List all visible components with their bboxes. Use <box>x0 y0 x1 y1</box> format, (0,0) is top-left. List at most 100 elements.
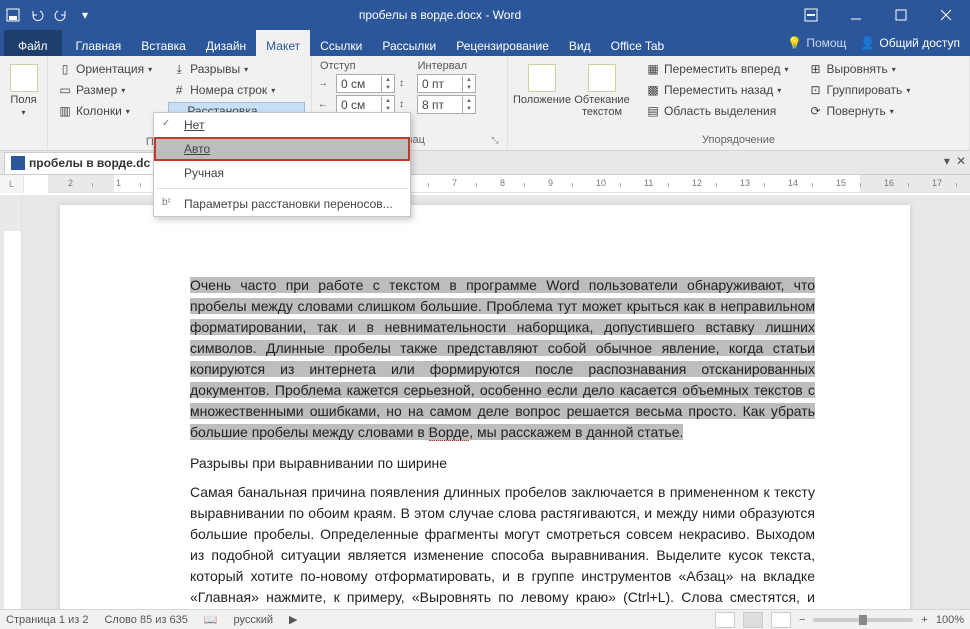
document-tabstrip: пробелы в ворде.dс ▾ ✕ <box>0 151 970 175</box>
document-area: Очень часто при работе с текстом в прогр… <box>0 195 970 609</box>
group-button: ⊡Группировать▾ <box>805 81 915 99</box>
statusbar: Страница 1 из 2 Слово 85 из 635 📖 русски… <box>0 609 970 629</box>
minimize-button[interactable] <box>833 0 878 30</box>
hyph-manual[interactable]: Ручная <box>154 161 410 185</box>
ribbon-tabs: Файл Главная Вставка Дизайн Макет Ссылки… <box>0 30 970 56</box>
group-icon: ⊡ <box>809 83 823 97</box>
tab-design[interactable]: Дизайн <box>196 30 256 56</box>
wrap-text-button[interactable]: Обтекание текстом <box>574 60 630 120</box>
status-language[interactable]: русский <box>234 614 273 626</box>
orientation-icon: ▯ <box>58 62 72 76</box>
heading[interactable]: Разрывы при выравнивании по ширине <box>190 453 815 474</box>
wrap-icon <box>588 64 616 92</box>
columns-button[interactable]: ▥Колонки▾ <box>54 102 156 120</box>
tab-mailings[interactable]: Рассылки <box>372 30 446 56</box>
ribbon-options-icon[interactable] <box>788 0 833 30</box>
window-controls <box>788 0 968 30</box>
titlebar: ▾ пробелы в ворде.docx - Word <box>0 0 970 30</box>
bring-forward-icon: ▦ <box>646 62 660 76</box>
zoom-out-button[interactable]: − <box>799 614 805 626</box>
tab-officetab[interactable]: Office Tab <box>601 30 675 56</box>
qat-more-icon[interactable]: ▾ <box>78 8 92 22</box>
rotate-button: ⟳Повернуть▾ <box>805 102 915 120</box>
vertical-ruler[interactable] <box>4 195 22 609</box>
breaks-button[interactable]: ⤓Разрывы▾ <box>168 60 305 78</box>
breaks-icon: ⤓ <box>172 62 186 76</box>
word-doc-icon <box>11 156 25 170</box>
hyphenation-menu: ✓Нет Авто Ручная bᶜПараметры расстановки… <box>153 112 411 217</box>
tab-references[interactable]: Ссылки <box>310 30 372 56</box>
space-before-input[interactable]: 0 пт▲▼ <box>417 74 476 93</box>
page: Очень часто при работе с текстом в прогр… <box>60 205 910 609</box>
check-icon: ✓ <box>162 118 176 132</box>
align-button: ⊞Выровнять▾ <box>805 60 915 78</box>
ruler-area: L 211234567891011121314151617 <box>0 175 970 193</box>
indent-right-icon: ← <box>318 99 332 110</box>
view-print-button[interactable] <box>743 612 763 628</box>
margins-icon <box>10 64 38 92</box>
zoom-in-button[interactable]: + <box>921 614 927 626</box>
tab-insert[interactable]: Вставка <box>131 30 196 56</box>
maximize-button[interactable] <box>878 0 923 30</box>
indent-left-input[interactable]: 0 см▲▼ <box>336 74 395 93</box>
selection-pane-button[interactable]: ▤Область выделения <box>642 102 793 120</box>
send-backward-icon: ▩ <box>646 83 660 97</box>
status-spellcheck[interactable]: 📖 <box>204 613 218 626</box>
tab-dropdown-icon[interactable]: ▾ <box>944 154 950 168</box>
send-backward-button: ▩Переместить назад▾ <box>642 81 793 99</box>
paragraph[interactable]: Самая банальная причина появления длинны… <box>190 482 815 609</box>
window-title: пробелы в ворде.docx - Word <box>92 8 788 22</box>
group-arrange-label: Упорядочение <box>514 132 963 148</box>
tab-layout[interactable]: Макет <box>256 30 310 56</box>
rotate-icon: ⟳ <box>809 104 823 118</box>
tab-file[interactable]: Файл <box>4 30 62 56</box>
space-before-icon: ↕ <box>399 78 413 89</box>
share-button[interactable]: 👤 Общий доступ <box>860 36 960 50</box>
numbers-icon: # <box>172 83 186 97</box>
tab-close-icon[interactable]: ✕ <box>956 154 966 168</box>
columns-icon: ▥ <box>58 104 72 118</box>
align-icon: ⊞ <box>809 62 823 76</box>
status-page[interactable]: Страница 1 из 2 <box>6 614 88 626</box>
record-icon: ▶ <box>289 613 297 626</box>
close-button[interactable] <box>923 0 968 30</box>
view-web-button[interactable] <box>771 612 791 628</box>
zoom-level[interactable]: 100% <box>936 614 964 626</box>
undo-icon[interactable] <box>30 8 44 22</box>
view-read-button[interactable] <box>715 612 735 628</box>
book-icon: 📖 <box>204 613 218 626</box>
space-after-icon: ↕ <box>399 99 413 110</box>
person-icon: 👤 <box>860 36 875 50</box>
orientation-button[interactable]: ▯Ориентация▾ <box>54 60 156 78</box>
tell-me[interactable]: 💡 Помощ <box>787 36 846 50</box>
size-icon: ▭ <box>58 83 72 97</box>
hyph-none[interactable]: ✓Нет <box>154 113 410 137</box>
chevron-down-icon: ▾ <box>21 108 25 117</box>
hyph-opts-icon: bᶜ <box>162 197 176 211</box>
document-tab[interactable]: пробелы в ворде.dс <box>4 152 157 174</box>
redo-icon[interactable] <box>54 8 68 22</box>
lightbulb-icon: 💡 <box>787 36 802 50</box>
paragraph[interactable]: Очень часто при работе с текстом в прогр… <box>190 275 815 443</box>
save-icon[interactable] <box>6 8 20 22</box>
status-words[interactable]: Слово 85 из 635 <box>104 614 187 626</box>
line-numbers-button[interactable]: #Номера строк▾ <box>168 81 305 99</box>
margins-button[interactable]: Поля ▾ <box>6 60 41 117</box>
tab-home[interactable]: Главная <box>66 30 132 56</box>
menu-separator <box>156 188 408 189</box>
ruler-corner: L <box>0 175 24 193</box>
hyph-options[interactable]: bᶜПараметры расстановки переносов... <box>154 192 410 216</box>
position-button[interactable]: Положение <box>514 60 570 120</box>
tab-view[interactable]: Вид <box>559 30 601 56</box>
position-icon <box>528 64 556 92</box>
tab-review[interactable]: Рецензирование <box>446 30 559 56</box>
zoom-slider[interactable] <box>813 618 913 622</box>
ribbon: Поля ▾ ▯Ориентация▾ ▭Размер▾ ▥Колонки▾ ⤓… <box>0 56 970 151</box>
dialog-launcher-icon[interactable]: ⤡ <box>489 134 501 146</box>
status-macro[interactable]: ▶ <box>289 613 297 626</box>
bring-forward-button: ▦Переместить вперед▾ <box>642 60 793 78</box>
size-button[interactable]: ▭Размер▾ <box>54 81 156 99</box>
space-after-input[interactable]: 8 пт▲▼ <box>417 95 476 114</box>
selection-pane-icon: ▤ <box>646 104 660 118</box>
hyph-auto[interactable]: Авто <box>154 137 410 161</box>
